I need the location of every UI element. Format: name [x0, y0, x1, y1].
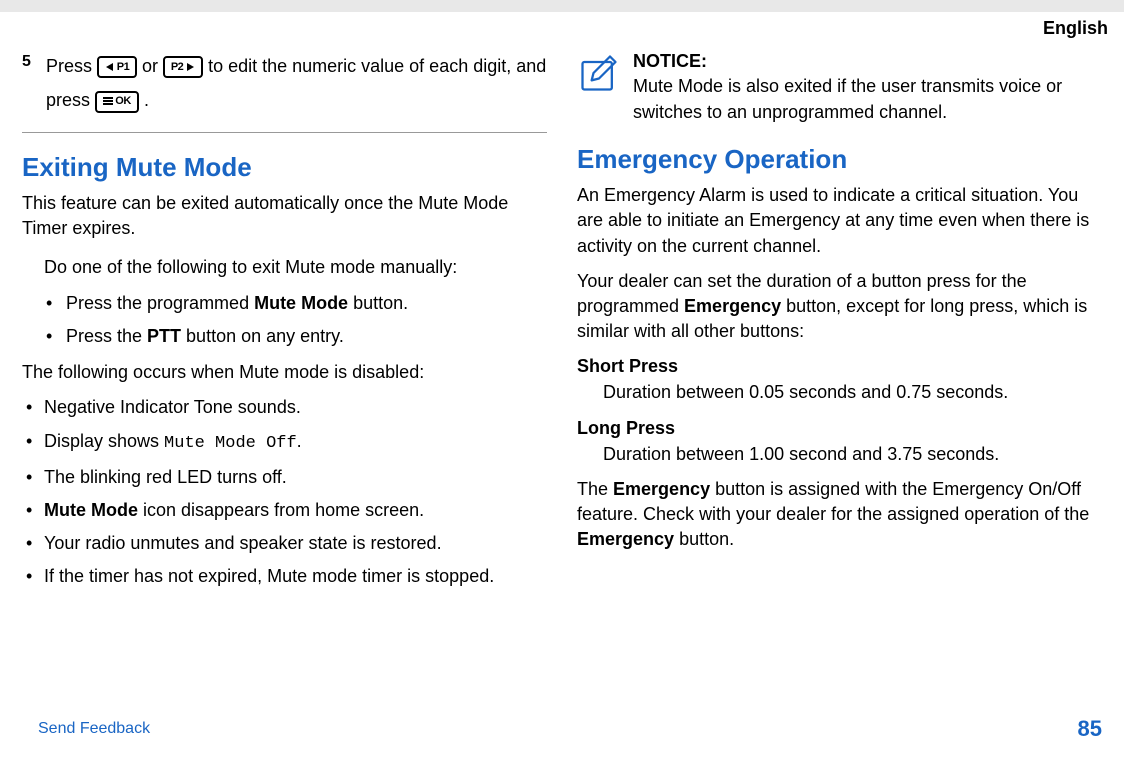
key-ok: OK	[95, 91, 139, 113]
notice-block: NOTICE: Mute Mode is also exited if the …	[577, 49, 1102, 125]
left-column: 5 Press P1 or P2 to edit the numeric val…	[22, 49, 547, 598]
li-text: Display shows	[44, 431, 164, 451]
definition-long-press: Long Press Duration between 1.00 second …	[577, 416, 1102, 467]
notice-title: NOTICE:	[633, 49, 1102, 74]
heading-exiting-mute-mode: Exiting Mute Mode	[22, 149, 547, 185]
arrow-right-icon	[185, 62, 195, 72]
li-text: Press the	[66, 326, 147, 346]
li-bold: PTT	[147, 326, 181, 346]
list-item: Negative Indicator Tone sounds.	[22, 395, 547, 419]
notice-icon	[577, 51, 621, 102]
p-bold: Emergency	[684, 296, 781, 316]
p-text: The	[577, 479, 613, 499]
step-text-end: .	[144, 90, 149, 110]
list-item-ptt: Press the PTT button on any entry.	[44, 324, 547, 348]
list-item: If the timer has not expired, Mute mode …	[22, 564, 547, 588]
right-column: NOTICE: Mute Mode is also exited if the …	[577, 49, 1102, 598]
list-item: Your radio unmutes and speaker state is …	[22, 531, 547, 555]
step-number: 5	[22, 51, 36, 73]
pencil-note-icon	[577, 51, 621, 95]
manual-exit-block: Do one of the following to exit Mute mod…	[22, 255, 547, 348]
step-body: Press P1 or P2 to edit the numeric value…	[46, 49, 547, 117]
page-number: 85	[1078, 714, 1102, 745]
li-bold: Mute Mode	[44, 500, 138, 520]
p-alarm: An Emergency Alarm is used to indicate a…	[577, 183, 1102, 259]
step-text-or: or	[142, 56, 163, 76]
top-bar	[0, 0, 1124, 12]
list-item: The blinking red LED turns off.	[22, 465, 547, 489]
disabled-effects-list: Negative Indicator Tone sounds. Display …	[22, 395, 547, 588]
li-bold: Mute Mode	[254, 293, 348, 313]
li-text: button on any entry.	[181, 326, 344, 346]
li-text: Press the programmed	[66, 293, 254, 313]
step-5: 5 Press P1 or P2 to edit the numeric val…	[22, 49, 547, 132]
notice-body: NOTICE: Mute Mode is also exited if the …	[633, 49, 1102, 125]
li-text: icon disappears from home screen.	[138, 500, 424, 520]
p-assign: The Emergency button is assigned with th…	[577, 477, 1102, 553]
li-text: button.	[348, 293, 408, 313]
menu-icon	[103, 97, 113, 106]
p-bold: Emergency	[613, 479, 710, 499]
p-disabled: The following occurs when Mute mode is d…	[22, 360, 547, 385]
key-p2: P2	[163, 56, 203, 78]
notice-text: Mute Mode is also exited if the user tra…	[633, 74, 1102, 124]
p-bold: Emergency	[577, 529, 674, 549]
p-feature: This feature can be exited automatically…	[22, 191, 547, 241]
p-manual: Do one of the following to exit Mute mod…	[44, 255, 547, 280]
key-p1-label: P1	[117, 57, 129, 78]
key-p2-label: P2	[171, 57, 183, 78]
definition-short-press: Short Press Duration between 0.05 second…	[577, 354, 1102, 405]
language-header: English	[0, 12, 1124, 41]
def-desc: Duration between 0.05 seconds and 0.75 s…	[577, 380, 1102, 405]
arrow-left-icon	[105, 62, 115, 72]
page-footer: Send Feedback 85	[0, 714, 1124, 745]
p-text: button.	[674, 529, 734, 549]
key-p1: P1	[97, 56, 137, 78]
send-feedback-link[interactable]: Send Feedback	[38, 718, 150, 740]
p-dealer: Your dealer can set the duration of a bu…	[577, 269, 1102, 345]
def-term: Short Press	[577, 354, 1102, 379]
key-ok-label: OK	[115, 91, 131, 112]
li-text: .	[297, 431, 302, 451]
step-text-pre: Press	[46, 56, 97, 76]
def-desc: Duration between 1.00 second and 3.75 se…	[577, 442, 1102, 467]
list-item-display: Display shows Mute Mode Off.	[22, 429, 547, 456]
manual-exit-list: Press the programmed Mute Mode button. P…	[44, 291, 547, 349]
heading-emergency-operation: Emergency Operation	[577, 141, 1102, 177]
page-content: 5 Press P1 or P2 to edit the numeric val…	[0, 41, 1124, 598]
li-mono: Mute Mode Off	[164, 434, 297, 453]
def-term: Long Press	[577, 416, 1102, 441]
list-item-icon: Mute Mode icon disappears from home scre…	[22, 498, 547, 522]
list-item-mute-button: Press the programmed Mute Mode button.	[44, 291, 547, 315]
